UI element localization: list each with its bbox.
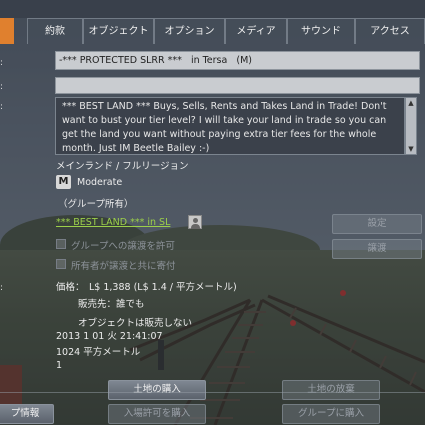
owner-link[interactable]: *** BEST LAND *** in SL xyxy=(56,217,170,228)
description-scrollbar[interactable]: ▲ ▼ xyxy=(405,97,417,155)
objects-sale-label: オブジェクトは販売しない xyxy=(78,318,193,329)
settings-button[interactable]: 設定 xyxy=(332,214,422,234)
about-land-panel: 約款 オブジェクト オプション メディア サウンド アクセス : : : ***… xyxy=(0,0,425,425)
parcel-area: 1024 平方メートル xyxy=(56,347,141,358)
buy-land-button[interactable]: 土地の購入 xyxy=(108,380,206,400)
allow-group-deed-checkbox[interactable] xyxy=(56,239,66,249)
avatar-body xyxy=(191,224,200,229)
tab-objects[interactable]: オブジェクト xyxy=(83,18,154,44)
tab-media[interactable]: メディア xyxy=(225,18,287,44)
region-type: メインランド / フルリージョン xyxy=(56,161,189,172)
deed-button[interactable]: 譲渡 xyxy=(332,239,422,259)
group-info-button[interactable]: プ情報 xyxy=(0,404,54,424)
scroll-up-icon[interactable]: ▲ xyxy=(407,99,415,107)
avatar-head xyxy=(193,218,198,223)
parcel-name-input[interactable] xyxy=(55,51,420,70)
label-fragment: : xyxy=(0,102,4,112)
buy-for-group-button[interactable]: グループに購入 xyxy=(282,404,380,424)
name-label-fragment: : xyxy=(0,58,4,68)
maturity-rating-icon: M xyxy=(56,175,71,189)
tab-covenant[interactable]: 約款 xyxy=(27,18,83,44)
scroll-down-icon[interactable]: ▼ xyxy=(407,145,415,153)
tab-bar: 約款 オブジェクト オプション メディア サウンド アクセス xyxy=(0,18,425,44)
separator xyxy=(0,392,425,393)
panel-title-bar xyxy=(0,0,425,18)
traffic-count: 1 xyxy=(56,360,63,371)
parcel-description-textarea[interactable]: *** BEST LAND *** Buys, Sells, Rents and… xyxy=(55,97,405,155)
owner-contribute-checkbox[interactable] xyxy=(56,259,66,269)
abandon-land-button[interactable]: 土地の放棄 xyxy=(282,380,380,400)
tab-options[interactable]: オプション xyxy=(154,18,225,44)
label-fragment: : xyxy=(0,283,4,293)
tab-sound[interactable]: サウンド xyxy=(287,18,355,44)
allow-group-deed-label: グループへの譲渡を許可 xyxy=(71,241,175,252)
owner-contribute-label: 所有者が譲渡と共に寄付 xyxy=(71,261,176,272)
tab-general-accent[interactable] xyxy=(0,18,14,44)
tab-access[interactable]: アクセス xyxy=(355,18,425,44)
group-owned-label: （グループ所有） xyxy=(58,199,134,210)
buy-pass-button[interactable]: 入場許可を購入 xyxy=(108,404,206,424)
parcel-secondary-input[interactable] xyxy=(55,77,420,94)
price-label: 価格： xyxy=(56,282,85,293)
label-fragment: : xyxy=(0,82,4,92)
claimed-date: 2013 1 01 火 21:41:07 xyxy=(56,331,163,342)
price-value: L$ 1,388 (L$ 1.4 / 平方メートル) xyxy=(89,282,237,293)
avatar-icon[interactable] xyxy=(188,215,202,229)
maturity-rating-label: Moderate xyxy=(77,177,123,188)
sold-to-label: 販売先：誰でも xyxy=(78,299,145,310)
